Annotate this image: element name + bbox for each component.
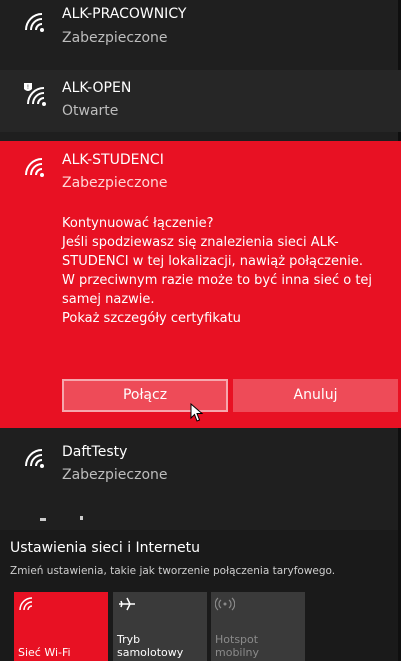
prompt-line: samej nazwie. bbox=[62, 292, 155, 307]
tile-label: Sieć Wi-Fi bbox=[18, 646, 71, 659]
network-state: Zabezpieczone bbox=[62, 467, 168, 483]
network-ssid: ALK-OPEN bbox=[62, 80, 132, 96]
tile-label: Hotspot mobilny bbox=[215, 633, 259, 659]
tile-label-line: Sieć Wi-Fi bbox=[18, 646, 71, 659]
wifi-secured-icon bbox=[25, 449, 44, 468]
network-settings-panel: Ustawienia sieci i Internetu Zmień ustaw… bbox=[0, 530, 398, 661]
certificate-details-link[interactable]: Pokaż szczegóły certyfikatu bbox=[62, 309, 401, 328]
network-item-alk-open[interactable]: ! ALK-OPEN Otwarte bbox=[0, 70, 401, 132]
network-state: Otwarte bbox=[62, 103, 119, 119]
tile-label-line: Hotspot bbox=[215, 633, 259, 646]
svg-text:!: ! bbox=[27, 84, 29, 91]
network-ssid: ALK-STUDENCI bbox=[62, 152, 164, 168]
prompt-line: Kontynuować łączenie? bbox=[62, 216, 214, 231]
mouse-cursor-icon bbox=[190, 403, 204, 422]
tile-label: Tryb samolotowy bbox=[117, 633, 183, 659]
prompt-line: W przeciwnym razie może to być inna sieć… bbox=[62, 273, 373, 288]
connection-prompt: Kontynuować łączenie? Jeśli spodziewasz … bbox=[62, 214, 401, 328]
network-settings-description: Zmień ustawienia, takie jak tworzenie po… bbox=[10, 565, 336, 577]
wifi-icon bbox=[19, 597, 33, 611]
tile-label-line: mobilny bbox=[215, 646, 260, 659]
wifi-secured-icon bbox=[25, 13, 44, 32]
network-state: Zabezpieczone bbox=[62, 30, 168, 46]
mobile-hotspot-tile[interactable]: Hotspot mobilny bbox=[211, 592, 305, 661]
network-item-alk-studenci[interactable]: ALK-STUDENCI Zabezpieczone Kontynuować ł… bbox=[0, 141, 401, 428]
network-item-alk-pracownicy[interactable]: ALK-PRACOWNICY Zabezpieczone bbox=[0, 0, 401, 62]
airplane-mode-tile[interactable]: Tryb samolotowy bbox=[113, 592, 207, 661]
tile-label-line: samolotowy bbox=[117, 646, 184, 659]
network-ssid: ALK-PRACOWNICY bbox=[62, 6, 187, 22]
prompt-line: Jeśli spodziewasz się znalezienia sieci … bbox=[62, 235, 339, 250]
wifi-toggle-tile[interactable]: Sieć Wi-Fi bbox=[14, 592, 108, 661]
partial-list-item bbox=[40, 518, 46, 521]
tile-label-line: Tryb bbox=[117, 633, 141, 646]
cancel-button[interactable]: Anuluj bbox=[233, 379, 398, 412]
wifi-open-warning-icon: ! bbox=[24, 83, 46, 106]
hotspot-icon bbox=[215, 597, 235, 611]
prompt-line: STUDENCI w tej lokalizacji, nawiąż połąc… bbox=[62, 254, 363, 269]
network-settings-link[interactable]: Ustawienia sieci i Internetu bbox=[10, 540, 200, 556]
network-ssid: DaftTesty bbox=[62, 444, 128, 460]
network-item-dafttesty[interactable]: DaftTesty Zabezpieczone bbox=[0, 430, 401, 500]
wifi-secured-icon bbox=[25, 158, 44, 177]
network-state: Zabezpieczone bbox=[62, 175, 168, 191]
partial-list-item bbox=[80, 516, 83, 520]
airplane-icon bbox=[119, 597, 135, 611]
